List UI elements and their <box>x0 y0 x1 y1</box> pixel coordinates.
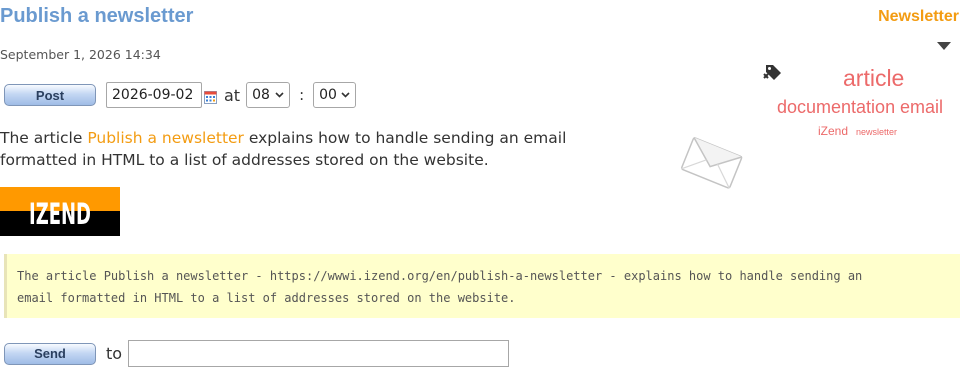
izend-logo: IZEND <box>0 187 120 236</box>
tag-izend[interactable]: iZend <box>818 124 848 138</box>
article-text-before: The article <box>0 129 88 147</box>
page-title: Publish a newsletter <box>0 5 194 27</box>
chevron-down-icon <box>275 92 284 98</box>
tag-documentation[interactable]: documentation <box>777 97 895 118</box>
at-label: at <box>224 85 241 105</box>
chevron-down-icon <box>341 92 350 98</box>
envelope-icon <box>680 137 743 189</box>
tag-newsletter[interactable]: newsletter <box>856 127 897 137</box>
tag-article[interactable]: article <box>843 65 904 92</box>
article-link[interactable]: Publish a newsletter <box>87 129 244 147</box>
to-label: to <box>106 344 123 363</box>
hour-select-value: 08 <box>252 87 270 103</box>
post-toolbar: Post at 08 : 00 <box>4 82 357 108</box>
chevron-down-icon[interactable] <box>937 42 951 50</box>
tag-icon <box>763 65 781 80</box>
minute-select-value: 00 <box>319 87 337 103</box>
mail-preview-line: email formatted in HTML to a list of add… <box>17 291 516 305</box>
hour-select[interactable]: 08 <box>246 82 291 108</box>
post-button[interactable]: Post <box>4 84 96 106</box>
send-form: Send to <box>4 340 510 367</box>
calendar-icon[interactable] <box>204 90 217 104</box>
send-button[interactable]: Send <box>4 342 96 365</box>
time-separator: : <box>299 86 305 104</box>
mail-preview: The article Publish a newsletter - https… <box>4 254 960 318</box>
publication-date: September 1, 2026 14:34 <box>0 47 161 62</box>
minute-select[interactable]: 00 <box>313 82 357 108</box>
post-date-field[interactable] <box>106 82 202 108</box>
logo-text: IZEND <box>29 198 91 232</box>
tag-email[interactable]: email <box>900 97 943 118</box>
recipient-input[interactable] <box>128 340 510 367</box>
mail-preview-line: The article Publish a newsletter - https… <box>17 269 863 283</box>
sidebar-title[interactable]: Newsletter <box>878 8 959 26</box>
article-summary: The article Publish a newsletter explain… <box>0 127 600 171</box>
